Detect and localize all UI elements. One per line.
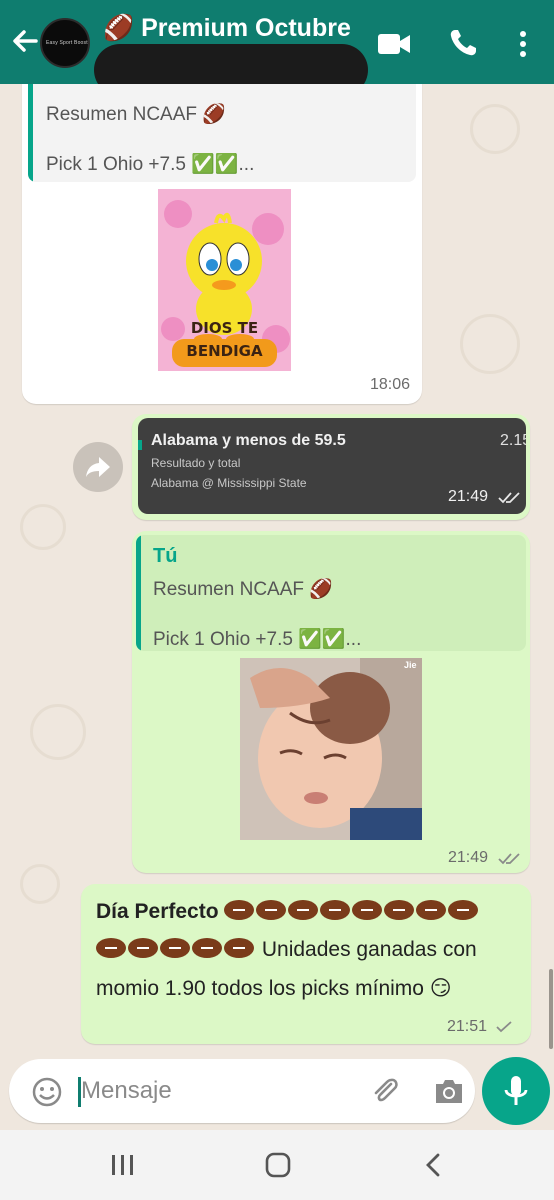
message-text: Unidades ganadas con xyxy=(261,938,477,961)
sticker-text-line-1: DIOS TE xyxy=(190,319,259,337)
wallpaper-doodle xyxy=(460,314,520,374)
football-emoji xyxy=(384,900,415,920)
bet-card-marker xyxy=(138,440,142,450)
message-line-1: Día Perfecto xyxy=(96,900,480,924)
message-input-container[interactable]: Mensaje xyxy=(9,1059,475,1123)
avatar[interactable]: Easy Sport Booster xyxy=(40,18,90,68)
wallpaper-doodle xyxy=(30,704,86,760)
quote-author: Tú xyxy=(153,545,178,567)
outgoing-message-bubble[interactable]: Tú Resumen NCAAF 🏈 Pick 1 Ohio +7.5 ✅✅..… xyxy=(132,531,530,873)
home-icon[interactable] xyxy=(265,1152,291,1178)
gif-badge: Jie xyxy=(404,660,417,670)
quote-line-1: Resumen NCAAF 🏈 xyxy=(153,579,333,600)
football-emoji xyxy=(128,938,158,958)
message-time: 18:06 xyxy=(370,376,411,393)
football-emoji xyxy=(448,900,479,920)
sticker-text-line-2: BENDIGA xyxy=(186,342,263,360)
back-arrow-icon[interactable] xyxy=(8,24,42,58)
recent-apps-icon[interactable] xyxy=(110,1154,136,1176)
wallpaper-doodle xyxy=(20,864,60,904)
football-emoji xyxy=(96,938,126,958)
chat-title[interactable]: 🏈 Premium Octubre xyxy=(103,14,351,43)
bet-title: Alabama y menos de 59.5 xyxy=(151,432,346,449)
wallpaper-doodle xyxy=(20,504,66,550)
scrollbar-thumb[interactable] xyxy=(549,969,553,1049)
read-receipt-icon xyxy=(498,492,520,504)
message-time: 21:49 xyxy=(448,849,489,866)
message-bold-text: Día Perfecto xyxy=(96,900,219,923)
chat-area[interactable]: Tú Resumen NCAAF 🏈 Pick 1 Ohio +7.5 ✅✅..… xyxy=(0,84,554,1054)
wallpaper-doodle xyxy=(470,104,520,154)
football-emoji xyxy=(352,900,383,920)
emoji-icon[interactable] xyxy=(31,1076,63,1108)
football-emoji xyxy=(320,900,351,920)
outgoing-bet-message-bubble[interactable]: Alabama y menos de 59.5 2.15 Resultado y… xyxy=(132,414,530,520)
bet-odds: 2.15 xyxy=(500,432,526,449)
avatar-logo-text: Easy Sport Booster xyxy=(46,40,90,46)
forward-button[interactable] xyxy=(73,442,123,492)
message-composer: Mensaje xyxy=(0,1054,554,1130)
bet-market: Resultado y total xyxy=(151,456,241,470)
message-line-2: Unidades ganadas con xyxy=(96,938,477,962)
baby-illustration xyxy=(250,658,422,840)
bet-match: Alabama @ Mississippi State xyxy=(151,476,307,490)
quote-line-1: Resumen NCAAF 🏈 xyxy=(46,104,226,125)
football-emoji xyxy=(288,900,319,920)
tweety-sticker-image[interactable]: DIOS TE BENDIGA xyxy=(158,189,291,371)
baby-gif-image[interactable]: Jie xyxy=(240,658,422,840)
quoted-message[interactable]: Tú Resumen NCAAF 🏈 Pick 1 Ohio +7.5 ✅✅..… xyxy=(28,84,416,182)
quote-bar xyxy=(136,535,141,651)
incoming-message-bubble[interactable]: Tú Resumen NCAAF 🏈 Pick 1 Ohio +7.5 ✅✅..… xyxy=(22,84,422,404)
voice-message-button[interactable] xyxy=(482,1057,550,1125)
nav-back-icon[interactable] xyxy=(424,1152,442,1178)
chat-header: Easy Sport Booster 🏈 Premium Octubre xyxy=(0,0,554,96)
football-emoji xyxy=(416,900,447,920)
outgoing-message-bubble[interactable]: Día Perfecto Unidades ganadas con momio … xyxy=(81,884,531,1044)
bet-card[interactable]: Alabama y menos de 59.5 2.15 Resultado y… xyxy=(138,418,526,514)
read-receipt-icon xyxy=(498,853,520,865)
quote-line-2: Pick 1 Ohio +7.5 ✅✅... xyxy=(46,154,255,175)
more-options-icon[interactable] xyxy=(516,29,530,59)
microphone-icon xyxy=(504,1076,528,1105)
message-line-3: momio 1.90 todos los picks mínimo 😏 xyxy=(96,977,452,1000)
football-emoji xyxy=(192,938,222,958)
sent-check-icon xyxy=(496,1021,512,1033)
quote-bar xyxy=(28,84,33,182)
football-emoji xyxy=(160,938,190,958)
message-input-placeholder[interactable]: Mensaje xyxy=(81,1077,172,1105)
system-navigation-bar xyxy=(0,1130,554,1200)
quoted-message[interactable]: Tú Resumen NCAAF 🏈 Pick 1 Ohio +7.5 ✅✅..… xyxy=(136,535,526,651)
message-time: 21:51 xyxy=(447,1018,488,1035)
message-time: 21:49 xyxy=(448,488,489,505)
video-call-icon[interactable] xyxy=(377,30,411,58)
quote-line-2: Pick 1 Ohio +7.5 ✅✅... xyxy=(153,629,362,650)
attach-icon[interactable] xyxy=(369,1075,401,1107)
football-emoji xyxy=(224,938,254,958)
voice-call-icon[interactable] xyxy=(448,28,478,58)
football-emoji xyxy=(224,900,255,920)
camera-icon[interactable] xyxy=(433,1077,465,1105)
football-emoji xyxy=(256,900,287,920)
forward-icon xyxy=(86,457,110,477)
quote-author: Tú xyxy=(46,84,70,85)
